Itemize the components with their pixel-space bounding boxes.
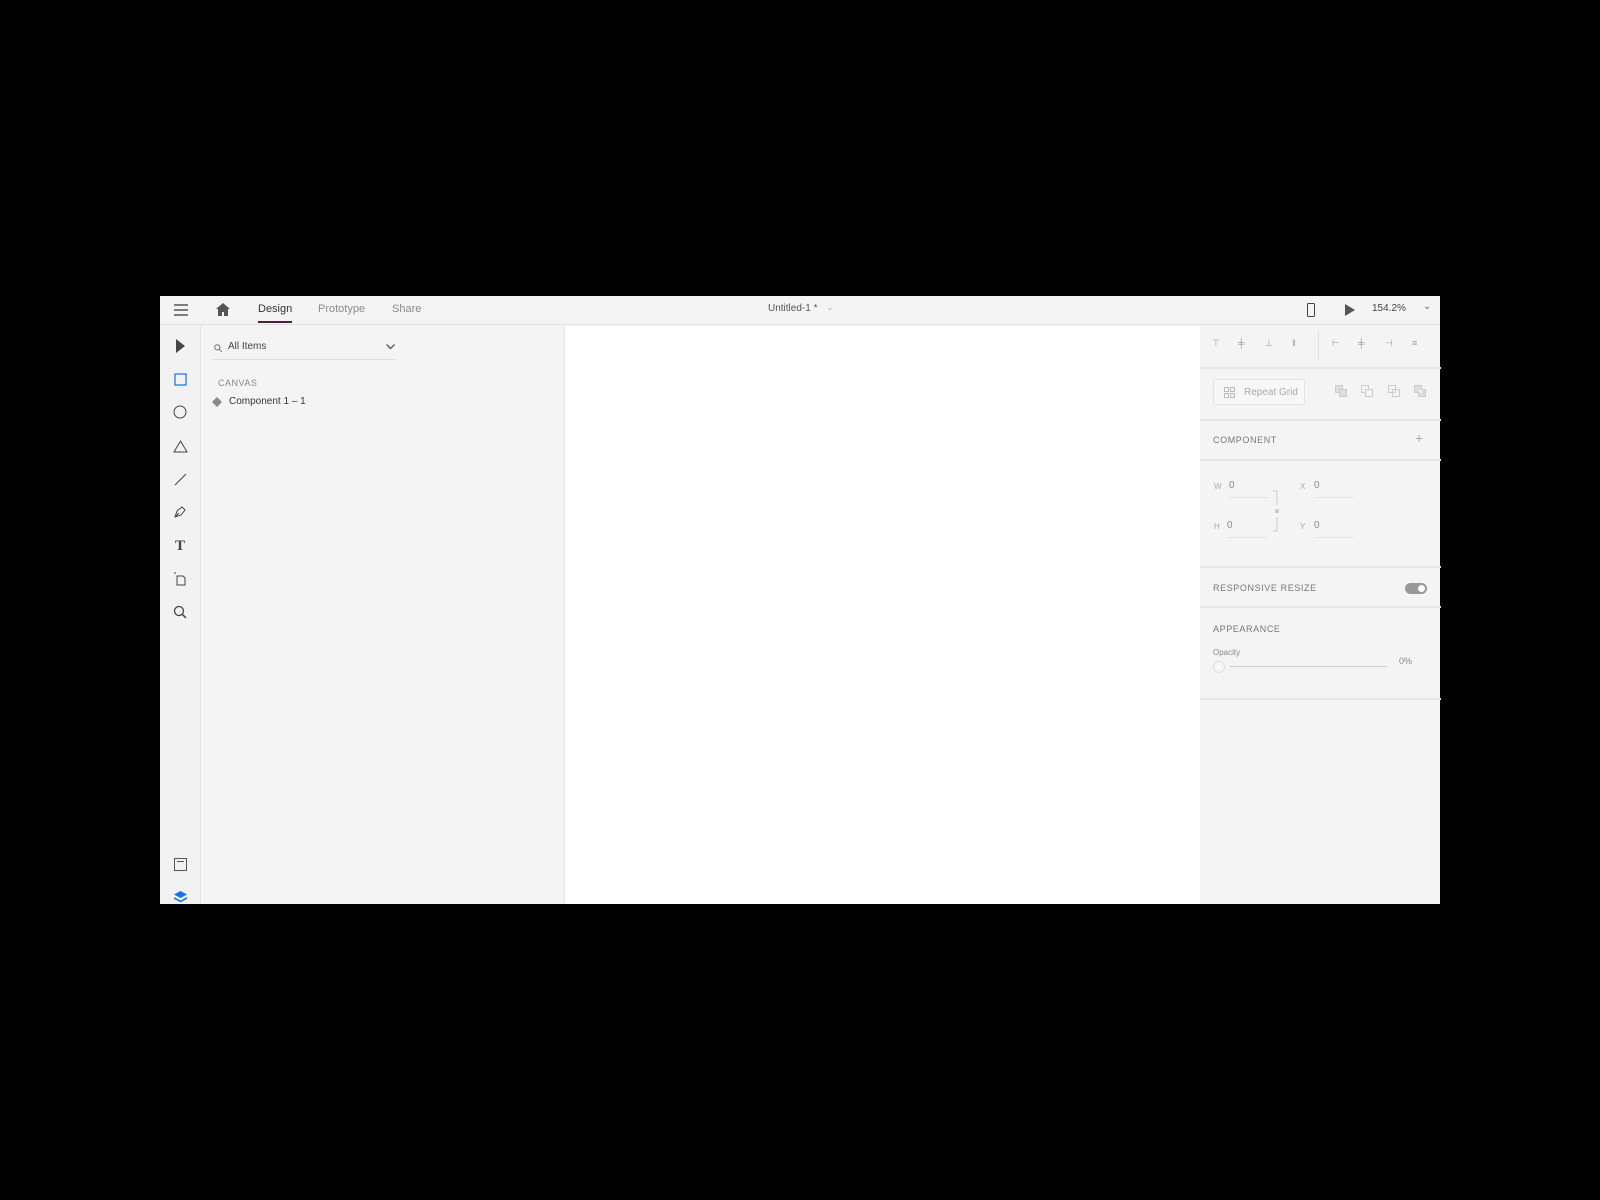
y-field[interactable]: 0 (1314, 520, 1354, 538)
boolean-subtract-icon[interactable] (1361, 385, 1373, 397)
divider (1200, 606, 1441, 608)
divider (1200, 459, 1441, 461)
distribute-horizontal-icon[interactable]: ≡ (1412, 338, 1417, 348)
top-bar: Design Prototype Share Untitled-1 * ⌄ 15… (160, 296, 1440, 325)
opacity-label: Opacity (1213, 648, 1241, 657)
hamburger-menu-icon[interactable] (174, 304, 188, 316)
select-tool-icon[interactable] (170, 336, 190, 356)
boolean-intersect-icon[interactable] (1388, 385, 1400, 397)
divider (1200, 367, 1441, 369)
distribute-vertical-icon[interactable]: ‖ (1292, 338, 1296, 348)
width-label: W (1214, 482, 1223, 491)
component-heading: COMPONENT (1213, 435, 1277, 445)
line-tool-icon[interactable] (170, 469, 190, 489)
home-icon[interactable] (216, 303, 230, 316)
ellipse-tool-icon[interactable] (170, 402, 190, 422)
divider (1200, 566, 1441, 568)
opacity-slider-track[interactable] (1230, 666, 1387, 667)
zoom-chevron-icon[interactable]: ⌄ (1423, 301, 1431, 312)
add-component-icon[interactable]: + (1415, 430, 1423, 446)
repeat-grid-label: Repeat Grid (1244, 387, 1298, 398)
search-icon (214, 344, 222, 352)
title-chevron-icon[interactable]: ⌄ (826, 302, 834, 313)
align-middle-icon[interactable]: ╪ (1238, 338, 1244, 348)
app-window: Design Prototype Share Untitled-1 * ⌄ 15… (160, 296, 1441, 904)
text-tool-icon[interactable]: T (170, 536, 190, 556)
zoom-level[interactable]: 154.2% (1372, 303, 1406, 314)
height-field[interactable]: 0 (1227, 520, 1267, 538)
align-left-icon[interactable]: ⊢ (1332, 338, 1340, 349)
component-diamond-icon (212, 397, 222, 407)
responsive-resize-label: RESPONSIVE RESIZE (1213, 583, 1317, 593)
device-preview-icon[interactable] (1307, 303, 1315, 317)
toolbar: T (160, 326, 201, 904)
align-top-icon[interactable]: ⊤ (1212, 338, 1220, 349)
polygon-tool-icon[interactable] (170, 436, 190, 456)
divider (1200, 698, 1441, 700)
align-bottom-icon[interactable]: ⊥ (1265, 338, 1273, 349)
layers-panel: All Items CANVAS Component 1 – 1 (202, 326, 563, 904)
section-canvas: CANVAS (218, 378, 258, 388)
opacity-slider-handle[interactable] (1213, 661, 1225, 673)
width-field[interactable]: 0 (1229, 480, 1269, 498)
rectangle-tool-icon[interactable] (170, 369, 190, 389)
layer-label: Component 1 – 1 (229, 396, 306, 407)
tab-prototype[interactable]: Prototype (318, 303, 365, 315)
lock-aspect-icon[interactable] (1272, 490, 1280, 532)
zoom-tool-icon[interactable] (170, 602, 190, 622)
height-label: H (1214, 522, 1221, 531)
assets-panel-icon[interactable] (170, 854, 190, 874)
document-title[interactable]: Untitled-1 * (768, 303, 817, 314)
boolean-add-icon[interactable] (1335, 385, 1347, 397)
x-label: X (1300, 482, 1306, 491)
play-icon[interactable] (1345, 304, 1355, 316)
chevron-down-icon[interactable] (386, 344, 395, 350)
divider (1200, 419, 1441, 421)
repeat-grid-icon (1224, 387, 1235, 398)
property-inspector: ⊤ ╪ ⊥ ‖ ⊢ ╪ ⊣ ≡ Repeat Grid COMPONENT + … (1200, 326, 1441, 904)
align-center-icon[interactable]: ╪ (1358, 338, 1364, 348)
appearance-heading: APPEARANCE (1213, 624, 1281, 634)
pen-tool-icon[interactable] (170, 502, 190, 522)
layers-panel-icon[interactable] (170, 887, 190, 907)
layer-item[interactable]: Component 1 – 1 (212, 392, 392, 412)
tab-design[interactable]: Design (258, 303, 293, 323)
align-toolbar: ⊤ ╪ ⊥ ‖ ⊢ ╪ ⊣ ≡ (1212, 330, 1432, 360)
tab-share[interactable]: Share (392, 303, 421, 315)
repeat-grid-button[interactable]: Repeat Grid (1213, 379, 1305, 405)
filter-label: All Items (228, 341, 267, 352)
divider (1318, 330, 1319, 360)
y-label: Y (1300, 522, 1306, 531)
align-right-icon[interactable]: ⊣ (1385, 338, 1393, 349)
boolean-exclude-icon[interactable] (1414, 385, 1426, 397)
x-field[interactable]: 0 (1314, 480, 1354, 498)
opacity-value[interactable]: 0% (1399, 656, 1412, 666)
responsive-resize-toggle[interactable] (1405, 583, 1427, 594)
layers-filter[interactable]: All Items (212, 334, 396, 360)
artboard-tool-icon[interactable] (170, 569, 190, 589)
